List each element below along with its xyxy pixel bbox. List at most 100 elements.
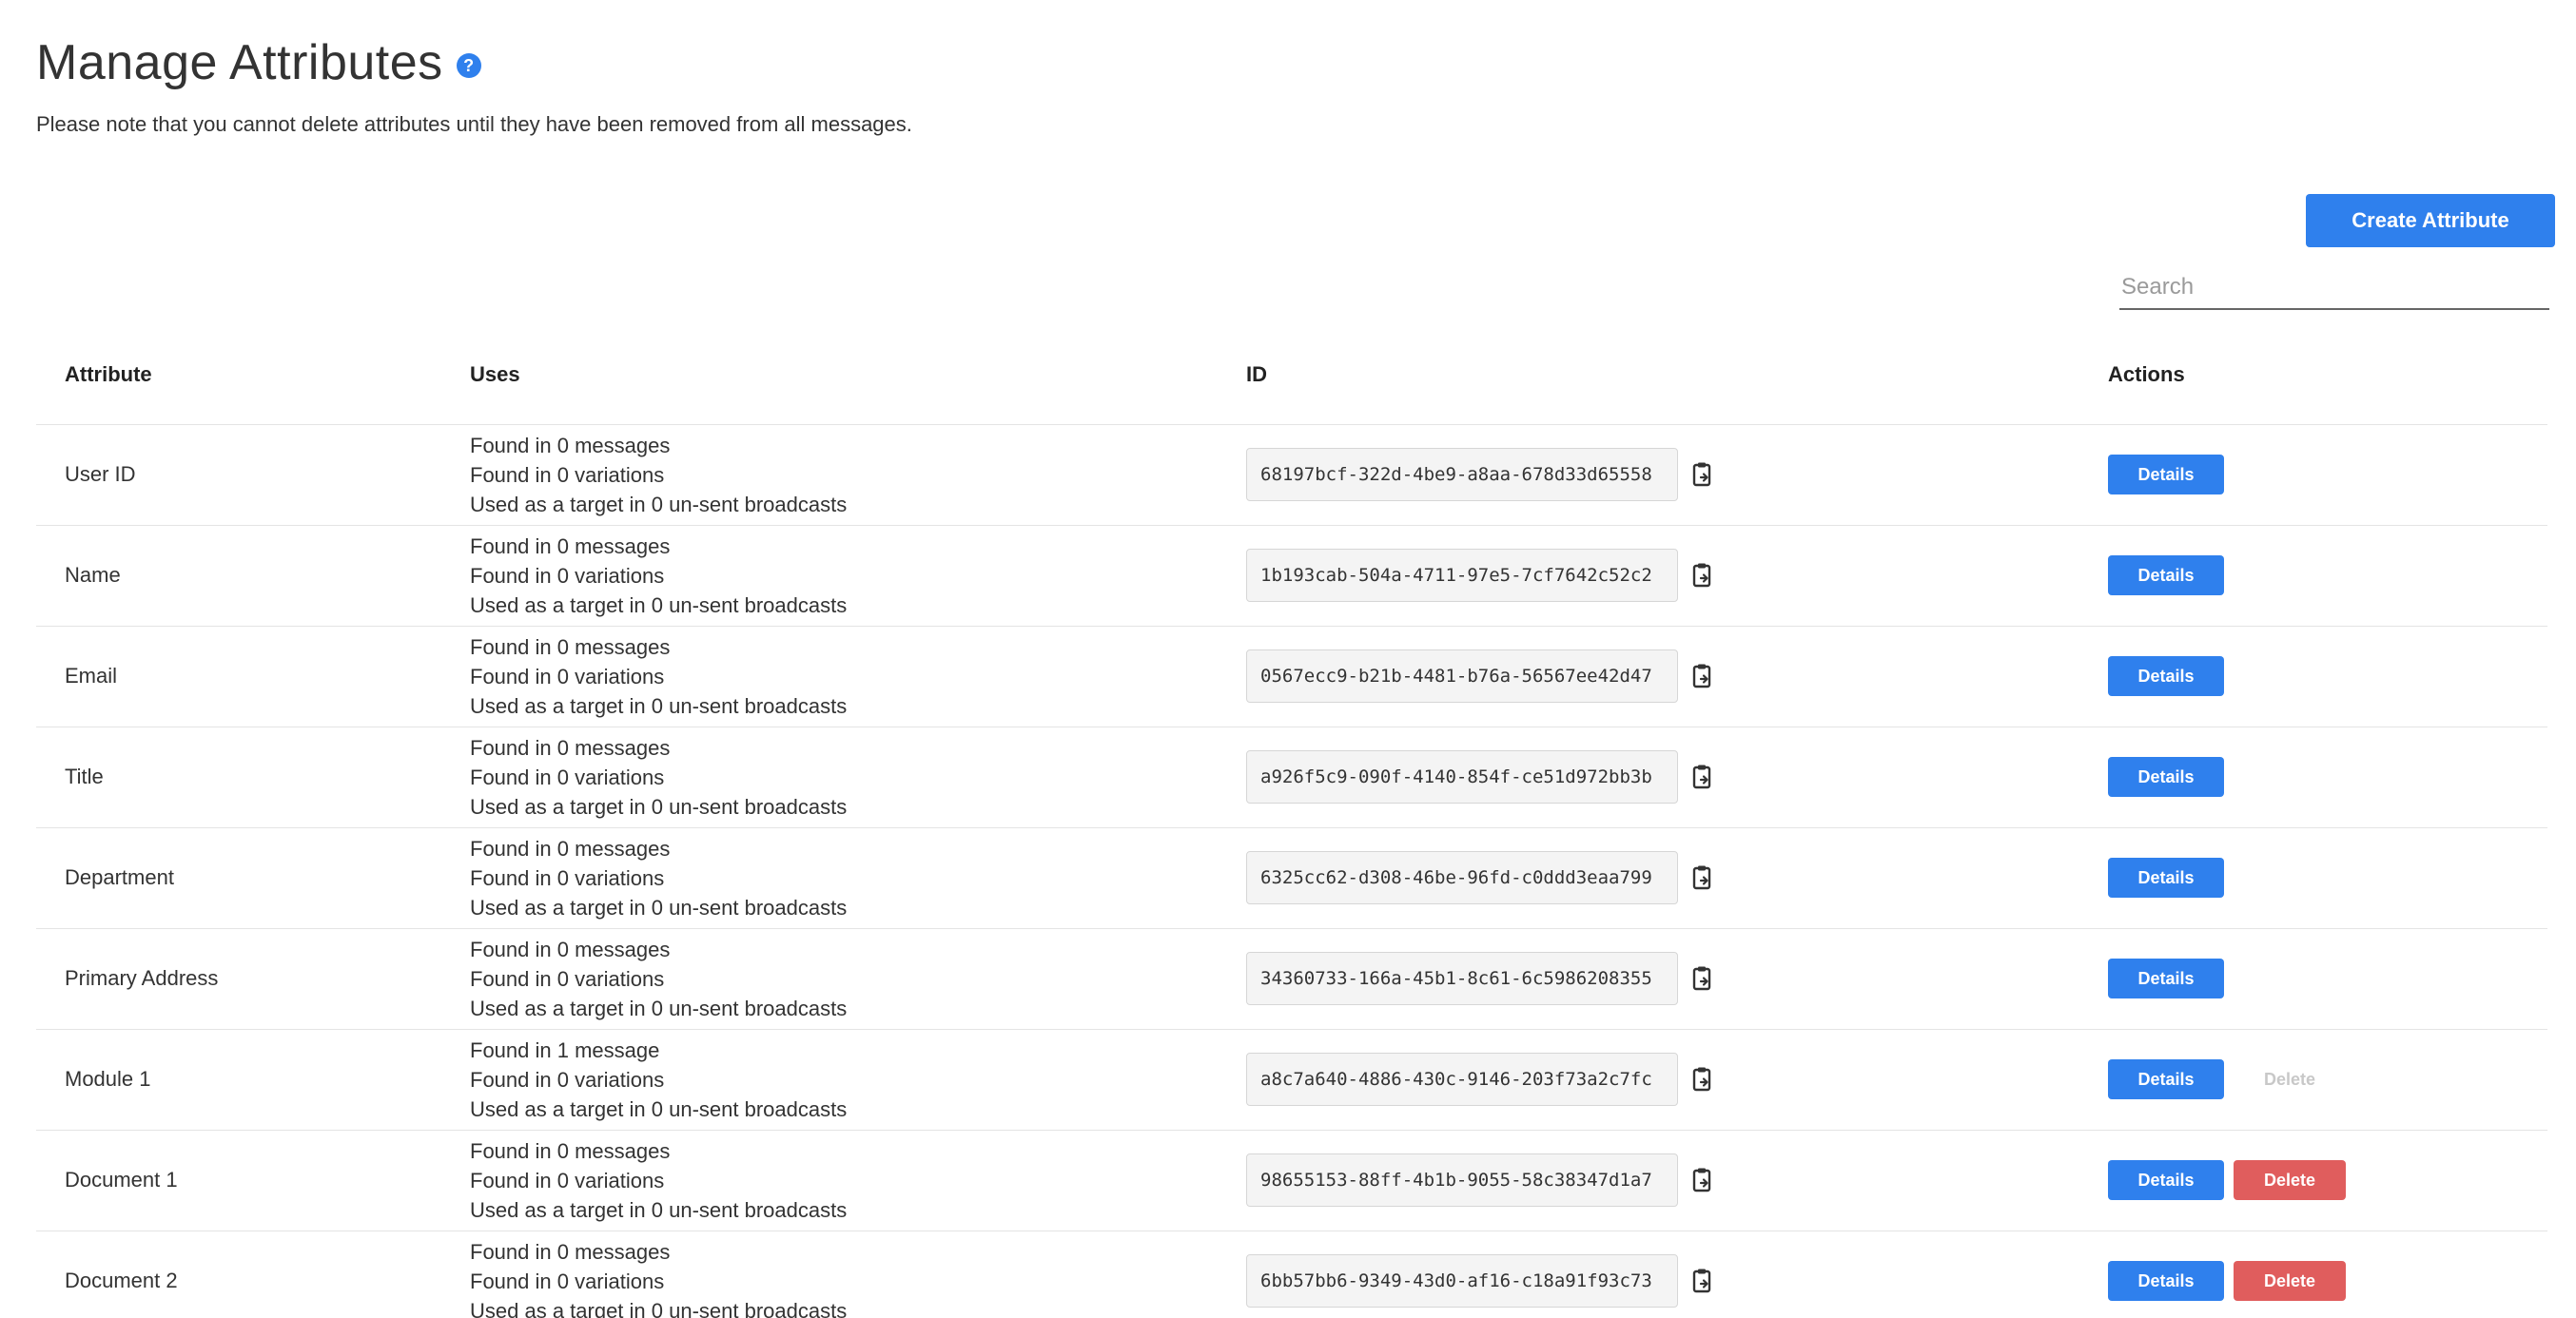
attribute-id-field[interactable]: 0567ecc9-b21b-4481-b76a-56567ee42d47 [1246,649,1678,703]
page-header: Manage Attributes ? [36,29,2555,97]
id-wrap: 68197bcf-322d-4be9-a8aa-678d33d65558 [1246,448,2079,501]
attribute-name: Department [36,827,441,929]
attribute-actions: Details [2079,727,2547,828]
details-button[interactable]: Details [2108,555,2224,595]
clipboard-copy-icon[interactable] [1691,965,1714,992]
attribute-id-field[interactable]: a8c7a640-4886-430c-9146-203f73a2c7fc [1246,1053,1678,1106]
attribute-name: Email [36,626,441,727]
create-attribute-button[interactable]: Create Attribute [2306,194,2555,247]
page-title: Manage Attributes [36,35,443,90]
uses-broadcasts: Used as a target in 0 un-sent broadcasts [470,693,848,718]
uses-variations: Found in 0 variations [470,765,665,789]
attribute-actions: Details [2079,928,2547,1030]
clipboard-copy-icon[interactable] [1691,461,1714,488]
attribute-actions: Details [2079,827,2547,929]
actions-wrap: Details [2108,959,2547,998]
uses-messages: Found in 0 messages [470,1239,671,1264]
attribute-name: Document 2 [36,1231,441,1318]
clipboard-copy-icon[interactable] [1691,562,1714,589]
table-row: Email Found in 0 messages Found in 0 var… [36,626,2547,727]
details-button[interactable]: Details [2108,959,2224,998]
attribute-id-field[interactable]: 1b193cab-504a-4711-97e5-7cf7642c52c2 [1246,549,1678,602]
table-row: Title Found in 0 messages Found in 0 var… [36,727,2547,828]
clipboard-copy-icon[interactable] [1691,1066,1714,1093]
attribute-id-field[interactable]: 98655153-88ff-4b1b-9055-58c38347d1a7 [1246,1153,1678,1207]
attribute-name: Name [36,525,441,627]
table-row: User ID Found in 0 messages Found in 0 v… [36,424,2547,526]
page-note: Please note that you cannot delete attri… [36,112,912,136]
delete-button: Delete [2234,1059,2346,1099]
id-wrap: 6325cc62-d308-46be-96fd-c0ddd3eaa799 [1246,851,2079,904]
clipboard-copy-icon[interactable] [1691,1268,1714,1294]
table-row: Module 1 Found in 1 message Found in 0 v… [36,1029,2547,1131]
clipboard-copy-icon[interactable] [1691,663,1714,689]
actions-wrap: Details [2108,858,2547,898]
attribute-uses: Found in 0 messages Found in 0 variation… [441,928,1218,1030]
details-button[interactable]: Details [2108,858,2224,898]
uses-broadcasts: Used as a target in 0 un-sent broadcasts [470,1096,848,1121]
uses-messages: Found in 0 messages [470,1138,671,1163]
uses-broadcasts: Used as a target in 0 un-sent broadcasts [470,1298,848,1318]
delete-button[interactable]: Delete [2234,1160,2346,1200]
attribute-id-cell: 6bb57bb6-9349-43d0-af16-c18a91f93c73 [1218,1231,2079,1318]
uses-messages: Found in 0 messages [470,836,671,861]
uses-messages: Found in 0 messages [470,937,671,961]
uses-variations: Found in 0 variations [470,865,665,890]
delete-button[interactable]: Delete [2234,1261,2346,1301]
id-wrap: a8c7a640-4886-430c-9146-203f73a2c7fc [1246,1053,2079,1106]
table-row: Department Found in 0 messages Found in … [36,827,2547,929]
attribute-id-cell: 1b193cab-504a-4711-97e5-7cf7642c52c2 [1218,525,2079,627]
toolbar: Create Attribute [36,137,2555,346]
attribute-id-field[interactable]: 6bb57bb6-9349-43d0-af16-c18a91f93c73 [1246,1254,1678,1308]
attribute-uses: Found in 0 messages Found in 0 variation… [441,525,1218,627]
attribute-id-field[interactable]: a926f5c9-090f-4140-854f-ce51d972bb3b [1246,750,1678,804]
question-circle-icon[interactable]: ? [456,53,481,78]
details-button[interactable]: Details [2108,757,2224,797]
attribute-name: User ID [36,424,441,526]
attribute-uses: Found in 0 messages Found in 0 variation… [441,727,1218,828]
uses-messages: Found in 0 messages [470,634,671,659]
attribute-id-field[interactable]: 34360733-166a-45b1-8c61-6c5986208355 [1246,952,1678,1005]
attribute-id-cell: a8c7a640-4886-430c-9146-203f73a2c7fc [1218,1029,2079,1131]
attribute-actions: Details Delete [2079,1029,2547,1131]
clipboard-copy-icon[interactable] [1691,864,1714,891]
details-button[interactable]: Details [2108,656,2224,696]
uses-broadcasts: Used as a target in 0 un-sent broadcasts [470,592,848,617]
attribute-id-field[interactable]: 68197bcf-322d-4be9-a8aa-678d33d65558 [1246,448,1678,501]
id-wrap: 1b193cab-504a-4711-97e5-7cf7642c52c2 [1246,549,2079,602]
uses-variations: Found in 0 variations [470,563,665,588]
uses-messages: Found in 0 messages [470,433,671,457]
clipboard-copy-icon[interactable] [1691,764,1714,790]
details-button[interactable]: Details [2108,1160,2224,1200]
attributes-table: Attribute Uses ID Actions User ID Found … [36,325,2547,1318]
attribute-uses: Found in 0 messages Found in 0 variation… [441,626,1218,727]
details-button[interactable]: Details [2108,1059,2224,1099]
attribute-uses: Found in 0 messages Found in 0 variation… [441,827,1218,929]
clipboard-copy-icon[interactable] [1691,1167,1714,1193]
search-input[interactable] [2119,266,2549,310]
attribute-uses: Found in 0 messages Found in 0 variation… [441,1130,1218,1231]
attribute-name: Primary Address [36,928,441,1030]
uses-messages: Found in 0 messages [470,533,671,558]
uses-messages: Found in 0 messages [470,735,671,760]
table-row: Document 2 Found in 0 messages Found in … [36,1231,2547,1318]
uses-broadcasts: Used as a target in 0 un-sent broadcasts [470,794,848,819]
actions-wrap: Details Delete [2108,1160,2547,1200]
actions-wrap: Details [2108,455,2547,494]
table-row: Primary Address Found in 0 messages Foun… [36,928,2547,1030]
attribute-uses: Found in 0 messages Found in 0 variation… [441,424,1218,526]
uses-variations: Found in 0 variations [470,664,665,688]
uses-broadcasts: Used as a target in 0 un-sent broadcasts [470,1197,848,1222]
uses-broadcasts: Used as a target in 0 un-sent broadcasts [470,492,848,516]
attribute-id-field[interactable]: 6325cc62-d308-46be-96fd-c0ddd3eaa799 [1246,851,1678,904]
details-button[interactable]: Details [2108,455,2224,494]
details-button[interactable]: Details [2108,1261,2224,1301]
id-wrap: 6bb57bb6-9349-43d0-af16-c18a91f93c73 [1246,1254,2079,1308]
attribute-id-cell: a926f5c9-090f-4140-854f-ce51d972bb3b [1218,727,2079,828]
table-row: Document 1 Found in 0 messages Found in … [36,1130,2547,1231]
actions-wrap: Details [2108,757,2547,797]
attribute-name: Document 1 [36,1130,441,1231]
uses-messages: Found in 1 message [470,1037,660,1062]
attribute-id-cell: 34360733-166a-45b1-8c61-6c5986208355 [1218,928,2079,1030]
attribute-name: Module 1 [36,1029,441,1131]
